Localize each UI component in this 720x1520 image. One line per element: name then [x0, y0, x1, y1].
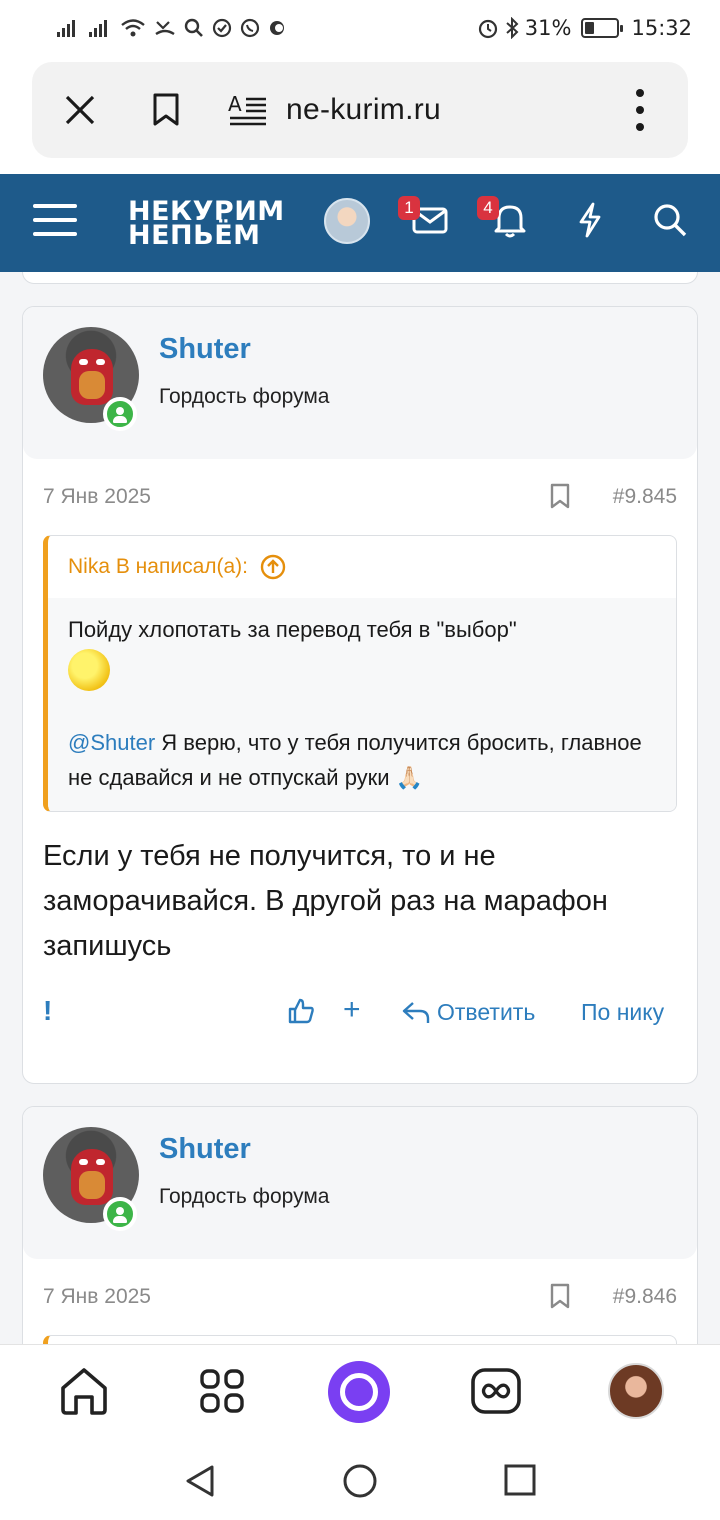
- status-bar: 31% 15:32: [0, 0, 720, 56]
- previous-post-tail: [22, 272, 698, 284]
- multi-quote-label: +: [343, 993, 361, 1026]
- alerts-badge: 4: [477, 196, 499, 220]
- more-vertical-icon: [636, 89, 644, 131]
- browser-toolbar-area: A ne-kurim.ru: [0, 56, 720, 174]
- bluetooth-icon: [506, 17, 519, 39]
- reader-mode-button[interactable]: A: [218, 80, 278, 140]
- quote-author: Nika B написал(а):: [68, 555, 248, 578]
- whatsapp-icon: [240, 18, 260, 38]
- hamburger-icon: [33, 204, 77, 236]
- post-actions: ! + Ответить По нику: [23, 969, 697, 1065]
- search-button[interactable]: [650, 200, 690, 240]
- signal-icon: [89, 20, 107, 37]
- status-right: 31% 15:32: [477, 16, 692, 40]
- post-date[interactable]: 7 Янв 2025: [43, 1285, 151, 1309]
- quote-body: Пойду хлопотать за перевод тебя в "выбор…: [48, 598, 676, 811]
- post-meta: 7 Янв 2025 #9.846: [23, 1259, 697, 1331]
- wifi-icon: [121, 19, 145, 37]
- quote-header[interactable]: Nika B написал(а):: [48, 536, 676, 598]
- alarm-icon: [478, 19, 497, 39]
- logo-line-2: НЕПЬЁМ: [128, 220, 261, 251]
- post: Shuter Гордость форума 7 Янв 2025 #9.846: [22, 1106, 698, 1344]
- signal-icon: [57, 20, 75, 37]
- system-navigation-bar: [0, 1440, 720, 1520]
- header-user-avatar[interactable]: [324, 198, 370, 244]
- profile-avatar[interactable]: [608, 1363, 664, 1419]
- back-icon[interactable]: [184, 1464, 216, 1498]
- url-text[interactable]: ne-kurim.ru: [286, 93, 610, 127]
- thumbs-up-icon: [288, 998, 314, 1024]
- thinking-emoji-icon: [68, 649, 110, 691]
- multi-quote-button[interactable]: +: [343, 993, 361, 1027]
- close-icon: [65, 95, 95, 125]
- post-text: Если у тебя не получится, то и не замора…: [43, 840, 608, 962]
- browser-bottom-bar: [0, 1344, 720, 1440]
- browser-menu-button[interactable]: [610, 80, 670, 140]
- battery-percent: 31%: [524, 16, 572, 40]
- post-author-block: Shuter Гордость форума: [23, 307, 697, 459]
- reply-by-nick-label: По нику: [581, 999, 665, 1025]
- bookmark-icon: [550, 1283, 570, 1309]
- search-icon: [654, 204, 687, 237]
- reader-mode-icon: A: [228, 93, 266, 126]
- reply-icon: [402, 1001, 430, 1023]
- post-number[interactable]: #9.845: [613, 485, 677, 509]
- bookmark-icon: [153, 93, 179, 126]
- like-button[interactable]: [287, 997, 315, 1025]
- reply-label: Ответить: [437, 999, 536, 1025]
- post: Shuter Гордость форума 7 Янв 2025 #9.845…: [22, 306, 698, 1084]
- post-date[interactable]: 7 Янв 2025: [43, 485, 151, 509]
- home-icon: [61, 1368, 107, 1415]
- whats-new-button[interactable]: [570, 200, 610, 240]
- user-title: Гордость форума: [159, 1185, 330, 1208]
- app-icon: [270, 21, 284, 35]
- site-logo[interactable]: НЕКУРИМ НЕПЬЁМ: [128, 198, 285, 251]
- quote-line-2: @Shuter Я верю, что у тебя получится бро…: [68, 725, 658, 795]
- post-author-block: Shuter Гордость форума: [23, 1107, 697, 1259]
- home-circle-icon[interactable]: [342, 1463, 378, 1499]
- check-circle-icon: [212, 18, 232, 38]
- status-icons: [56, 18, 286, 38]
- bookmark-post-button[interactable]: [549, 483, 571, 514]
- infinity-icon: [471, 1368, 521, 1414]
- reply-button[interactable]: Ответить: [401, 999, 535, 1026]
- battery-icon: [581, 18, 624, 38]
- close-tab-button[interactable]: [50, 80, 110, 140]
- home-button[interactable]: [54, 1361, 114, 1421]
- feed-button[interactable]: [466, 1361, 526, 1421]
- bookmark-icon: [550, 483, 570, 509]
- post-feed: Shuter Гордость форума 7 Янв 2025 #9.845…: [0, 272, 720, 1344]
- recents-icon[interactable]: [504, 1464, 536, 1496]
- tabs-button[interactable]: [192, 1361, 252, 1421]
- username[interactable]: Shuter: [159, 1133, 251, 1166]
- report-button[interactable]: !: [43, 995, 52, 1027]
- user-title: Гордость форума: [159, 385, 330, 408]
- svg-text:A: A: [228, 93, 242, 116]
- report-label: !: [43, 995, 53, 1026]
- browser-toolbar: A ne-kurim.ru: [32, 62, 688, 158]
- quote-line-1: Пойду хлопотать за перевод тебя в "выбор…: [68, 617, 517, 642]
- missed-call-icon: [155, 21, 175, 36]
- arrow-up-circle-icon[interactable]: [260, 554, 286, 580]
- battery-fill: [585, 22, 595, 34]
- bookmark-post-button[interactable]: [549, 1283, 571, 1314]
- post-number[interactable]: #9.846: [613, 1285, 677, 1309]
- quote-block: Nika B написал(а): Пойду хлопотать за пе…: [43, 535, 677, 812]
- post-meta: 7 Янв 2025 #9.845: [23, 459, 697, 531]
- online-status-icon: [103, 1197, 137, 1231]
- reply-by-nick-button[interactable]: По нику: [581, 999, 664, 1026]
- grid-icon: [200, 1369, 244, 1413]
- menu-button[interactable]: [32, 200, 78, 240]
- messages-badge: 1: [398, 196, 420, 220]
- lightning-icon: [579, 202, 601, 238]
- bookmark-page-button[interactable]: [136, 80, 196, 140]
- quote-block-partial: [43, 1335, 677, 1344]
- search-icon: [184, 18, 203, 37]
- quote-line-2-text: Я верю, что у тебя получится бросить, гл…: [68, 730, 642, 790]
- online-status-icon: [103, 397, 137, 431]
- username[interactable]: Shuter: [159, 333, 251, 366]
- user-mention[interactable]: @Shuter: [68, 730, 155, 755]
- clock: 15:32: [631, 16, 692, 40]
- voice-assistant-button[interactable]: [328, 1361, 390, 1423]
